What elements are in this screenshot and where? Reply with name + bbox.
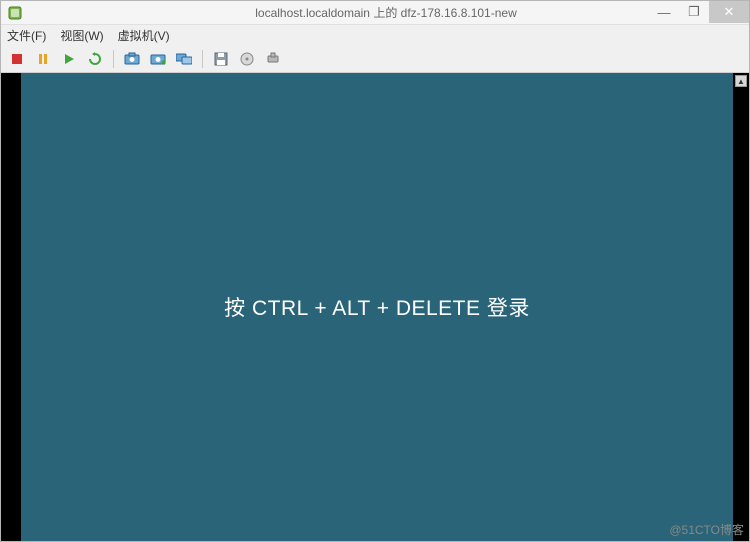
menu-file[interactable]: 文件(F) — [5, 26, 48, 45]
scroll-up-icon[interactable]: ▲ — [735, 75, 747, 87]
cdrom-button[interactable] — [237, 49, 257, 69]
titlebar: localhost.localdomain 上的 dfz-178.16.8.10… — [1, 1, 749, 25]
console-left-padding — [1, 73, 21, 541]
snapshot-manage-button[interactable] — [174, 49, 194, 69]
vmware-console-window: localhost.localdomain 上的 dfz-178.16.8.10… — [0, 0, 750, 542]
stop-button[interactable] — [7, 49, 27, 69]
window-controls: — ❐ ✕ — [649, 1, 749, 23]
pause-button[interactable] — [33, 49, 53, 69]
restart-button[interactable] — [85, 49, 105, 69]
play-button[interactable] — [59, 49, 79, 69]
close-button[interactable]: ✕ — [709, 1, 749, 23]
menu-vm[interactable]: 虚拟机(V) — [116, 26, 172, 45]
minimize-button[interactable]: — — [649, 1, 679, 23]
toolbar — [1, 45, 749, 73]
snapshot-revert-button[interactable] — [148, 49, 168, 69]
login-prompt: 按 CTRL + ALT + DELETE 登录 — [224, 292, 530, 322]
console-area: 按 CTRL + ALT + DELETE 登录 ▲ — [1, 73, 749, 541]
network-button[interactable] — [263, 49, 283, 69]
maximize-button[interactable]: ❐ — [679, 1, 709, 23]
snapshot-take-button[interactable] — [122, 49, 142, 69]
menubar: 文件(F) 视图(W) 虚拟机(V) — [1, 25, 749, 45]
toolbar-separator — [113, 50, 114, 68]
watermark: @51CTO博客 — [669, 521, 744, 538]
floppy-button[interactable] — [211, 49, 231, 69]
window-title: localhost.localdomain 上的 dfz-178.16.8.10… — [23, 4, 749, 21]
app-icon — [7, 5, 23, 21]
vm-screen[interactable]: 按 CTRL + ALT + DELETE 登录 — [21, 73, 733, 541]
menu-view[interactable]: 视图(W) — [58, 26, 105, 45]
console-scrollbar: ▲ — [733, 73, 749, 541]
toolbar-separator — [202, 50, 203, 68]
